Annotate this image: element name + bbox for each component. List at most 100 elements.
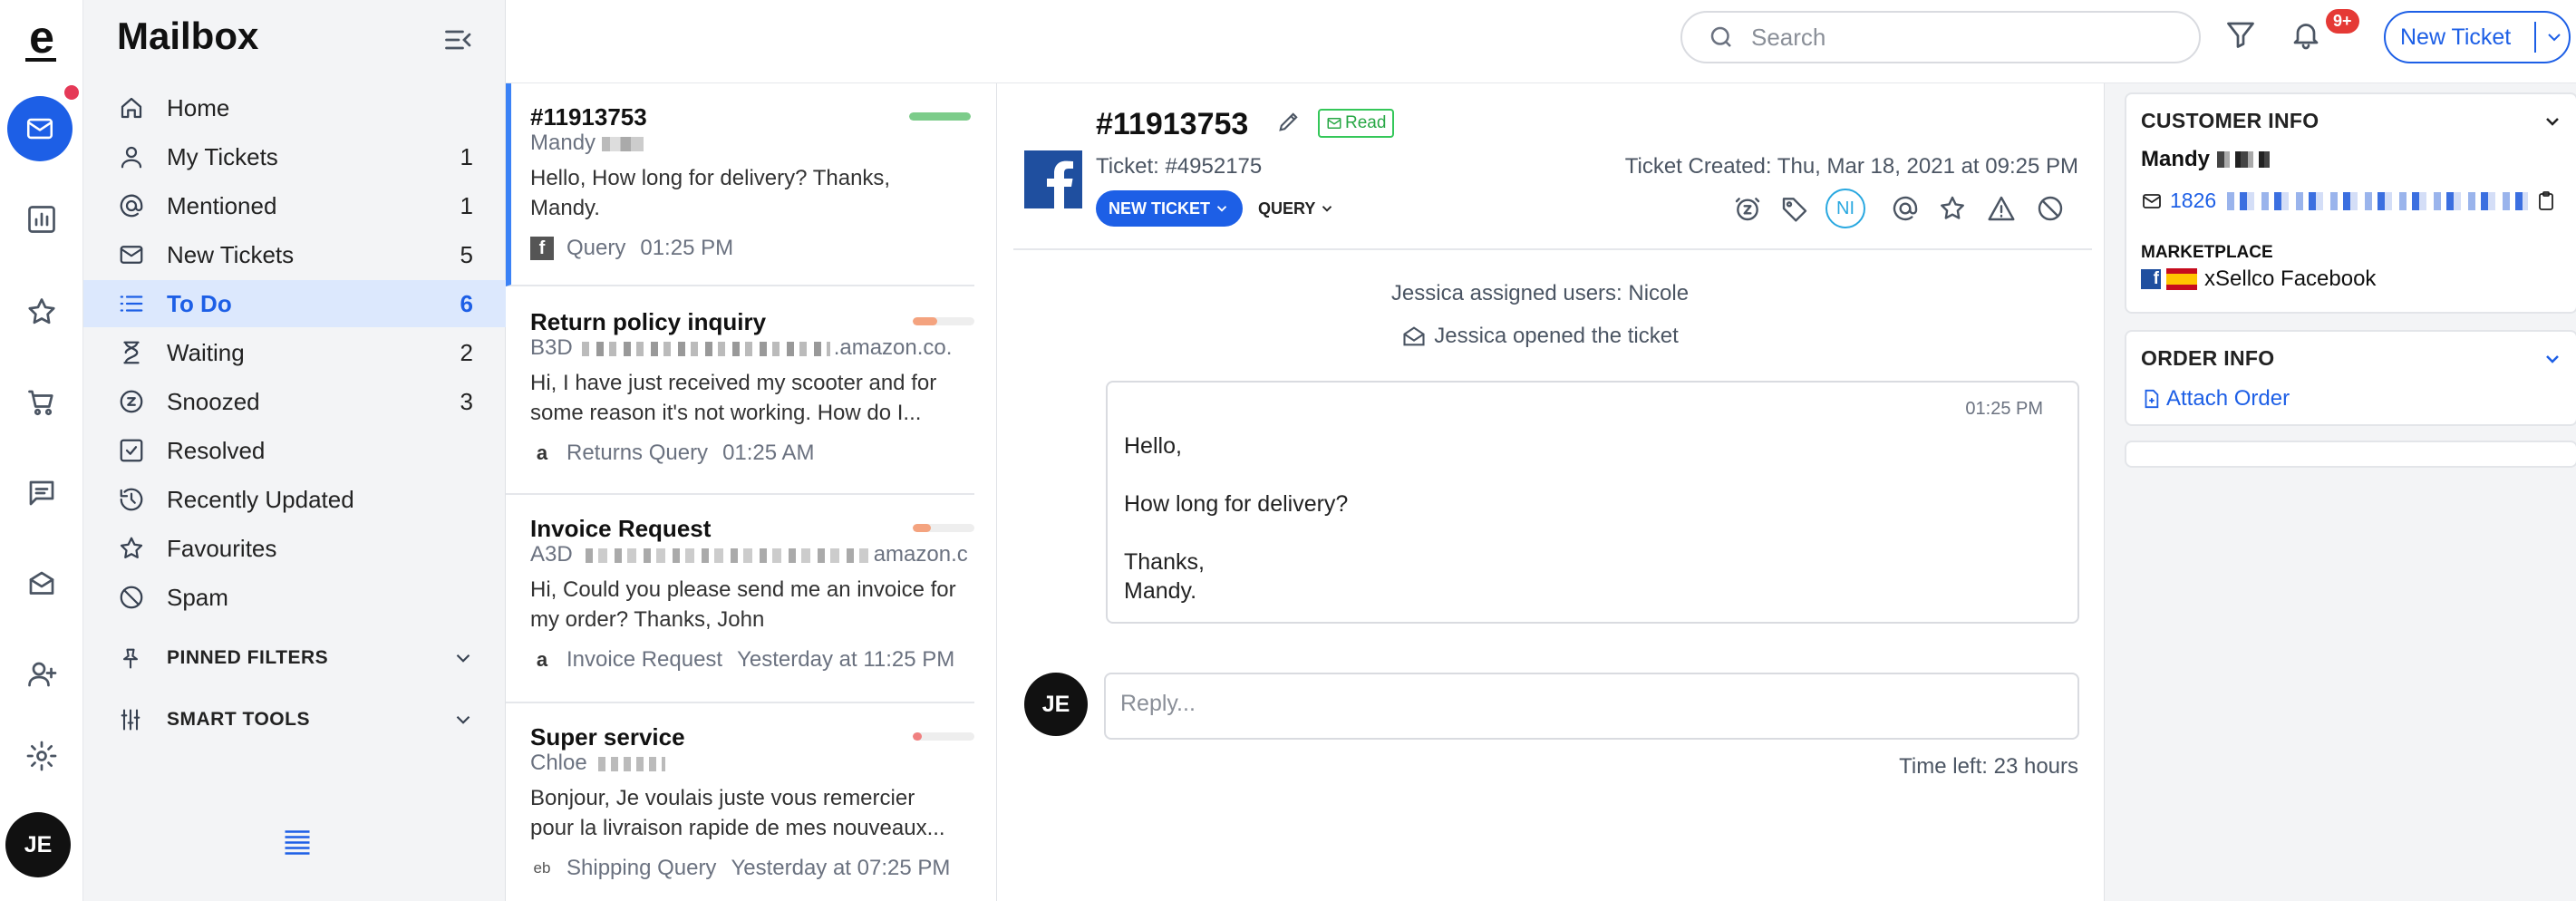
divider <box>1013 248 2092 250</box>
filter-button[interactable] <box>2224 18 2261 54</box>
notifications-button[interactable] <box>2290 18 2326 54</box>
new-ticket-label: New Ticket <box>2400 24 2512 50</box>
search-box[interactable] <box>1680 11 2201 63</box>
sidebar-menu-button[interactable] <box>279 825 315 857</box>
sidebar-item-resolved[interactable]: Resolved <box>83 427 506 474</box>
ticket-type: Returns Query <box>567 441 709 465</box>
ticket-meta: eb Shipping Query Yesterday at 07:25 PM <box>530 856 951 881</box>
sidebar-item-label: Home <box>167 93 230 121</box>
sidebar-item-waiting[interactable]: Waiting 2 <box>83 329 506 376</box>
new-ticket-button[interactable]: New Ticket <box>2384 11 2571 63</box>
sidebar-item-count: 6 <box>460 289 473 317</box>
ticket-sender: Chloe <box>530 751 666 776</box>
read-status-label: Read <box>1345 113 1387 132</box>
mail-icon <box>2143 193 2161 208</box>
logo-underline <box>25 58 56 62</box>
sidebar-item-home[interactable]: Home <box>83 84 506 131</box>
list-icon <box>118 290 145 317</box>
smart-tools-toggle[interactable]: SMART TOOLS <box>83 696 506 743</box>
ticket-sender: B3D .amazon.co. <box>530 335 952 361</box>
customer-name: Mandy <box>2141 147 2211 171</box>
sidebar-title: Mailbox <box>117 15 259 57</box>
reply-box[interactable] <box>1104 673 2079 740</box>
chevron-down-icon[interactable] <box>2543 26 2565 48</box>
flag-issue-button[interactable] <box>1983 190 2019 227</box>
search-input[interactable] <box>1751 23 2177 52</box>
sidebar-item-new-tickets[interactable]: New Tickets 5 <box>83 231 506 278</box>
rail-reports-button[interactable] <box>15 192 69 247</box>
details-panel: CUSTOMER INFO Mandy 1826 MARKETPLACE f x… <box>2105 83 2576 901</box>
attach-order-link[interactable]: Attach Order <box>2141 386 2290 412</box>
chevron-down-icon[interactable] <box>2542 348 2563 370</box>
reply-input[interactable] <box>1120 691 2054 717</box>
sidebar-item-count: 3 <box>460 387 473 415</box>
pinned-filters-label: PINNED FILTERS <box>167 647 329 668</box>
assignee-avatar[interactable]: NI <box>1825 189 1865 228</box>
sidebar-item-my-tickets[interactable]: My Tickets 1 <box>83 133 506 180</box>
history-icon <box>118 486 145 513</box>
status-dropdown[interactable]: NEW TICKET <box>1096 190 1243 227</box>
ticket-card[interactable]: Invoice Request A3D amazon.c Hi, Could yo… <box>506 495 974 703</box>
hamburger-icon <box>285 830 310 855</box>
rail-add-user-button[interactable] <box>15 647 69 702</box>
sidebar-item-to-do[interactable]: To Do 6 <box>83 280 506 327</box>
clipboard-icon[interactable] <box>2535 190 2557 212</box>
sidebar-item-mentioned[interactable]: Mentioned 1 <box>83 182 506 229</box>
sidebar-item-label: My Tickets <box>167 142 278 170</box>
notifications-badge: 9+ <box>2326 9 2359 34</box>
snooze-icon <box>118 388 145 415</box>
ticket-title: #11913753 <box>1096 107 1249 141</box>
mention-button[interactable] <box>1887 190 1923 227</box>
bell-icon <box>2293 24 2319 50</box>
priority-bar-fill <box>909 112 971 121</box>
star-icon <box>1941 196 1964 219</box>
sidebar-item-spam[interactable]: Spam <box>83 574 506 621</box>
priority-bar-fill <box>913 732 923 741</box>
mark-spam-button[interactable] <box>2032 190 2068 227</box>
app-logo[interactable]: e <box>24 13 60 62</box>
rail-orders-button[interactable] <box>15 375 69 430</box>
sidebar-item-snoozed[interactable]: Snoozed 3 <box>83 378 506 425</box>
ticket-time: Yesterday at 11:25 PM <box>737 647 955 672</box>
sidebar-item-count: 1 <box>460 142 473 170</box>
rail-mailbox-button[interactable] <box>7 96 73 161</box>
pinned-filters-toggle[interactable]: PINNED FILTERS <box>83 635 506 682</box>
customer-id[interactable]: 1826 <box>2170 189 2216 213</box>
order-info-card: ORDER INFO Attach Order <box>2125 330 2576 426</box>
redacted-text <box>593 756 666 771</box>
customer-message: 01:25 PM Hello, How long for delivery? T… <box>1106 381 2079 624</box>
sidebar-item-favourites[interactable]: Favourites <box>83 525 506 572</box>
tag-button[interactable] <box>1777 190 1813 227</box>
reports-icon <box>28 206 55 233</box>
rail-favourites-button[interactable] <box>15 285 69 339</box>
sidebar-item-label: Spam <box>167 583 228 611</box>
user-avatar[interactable]: JE <box>5 812 71 877</box>
ticket-card[interactable]: Return policy inquiry B3D .amazon.co. Hi,… <box>506 286 974 495</box>
ticket-card[interactable]: #11913753 Mandy Hello, How long for deli… <box>506 83 974 286</box>
search-icon <box>1710 26 1731 47</box>
sidebar-item-label: Snoozed <box>167 387 260 415</box>
chevron-down-icon[interactable] <box>2542 111 2563 132</box>
favourite-button[interactable] <box>1934 190 1971 227</box>
status-label: NEW TICKET <box>1109 199 1210 218</box>
sidebar-item-label: Favourites <box>167 534 277 562</box>
rail-settings-button[interactable] <box>15 729 69 783</box>
edit-title-button[interactable] <box>1276 109 1302 134</box>
time-left: Time left: 23 hours <box>1899 754 2078 779</box>
ticket-preview: Bonjour, Je voulais juste vous remercier… <box>530 786 945 840</box>
sidebar-item-count: 2 <box>460 338 473 366</box>
mailbox-sidebar: Mailbox Home My Tickets 1 Mentioned 1 Ne… <box>83 0 506 901</box>
rail-chat-button[interactable] <box>15 466 69 520</box>
chevron-down-icon <box>1322 206 1332 212</box>
collapse-sidebar-button[interactable] <box>442 24 475 56</box>
snooze-button[interactable] <box>1729 190 1766 227</box>
redacted-text <box>577 547 868 563</box>
ticket-sender-name: B3D <box>530 335 573 360</box>
mail-icon <box>26 118 53 140</box>
ticket-card[interactable]: Super service Chloe Bonjour, Je voulais … <box>506 703 974 901</box>
facebook-icon: f <box>530 237 554 260</box>
type-dropdown[interactable]: QUERY <box>1258 190 1335 227</box>
rail-knowledge-button[interactable] <box>15 557 69 611</box>
redacted-text <box>601 136 644 151</box>
sidebar-item-recently-updated[interactable]: Recently Updated <box>83 476 506 523</box>
